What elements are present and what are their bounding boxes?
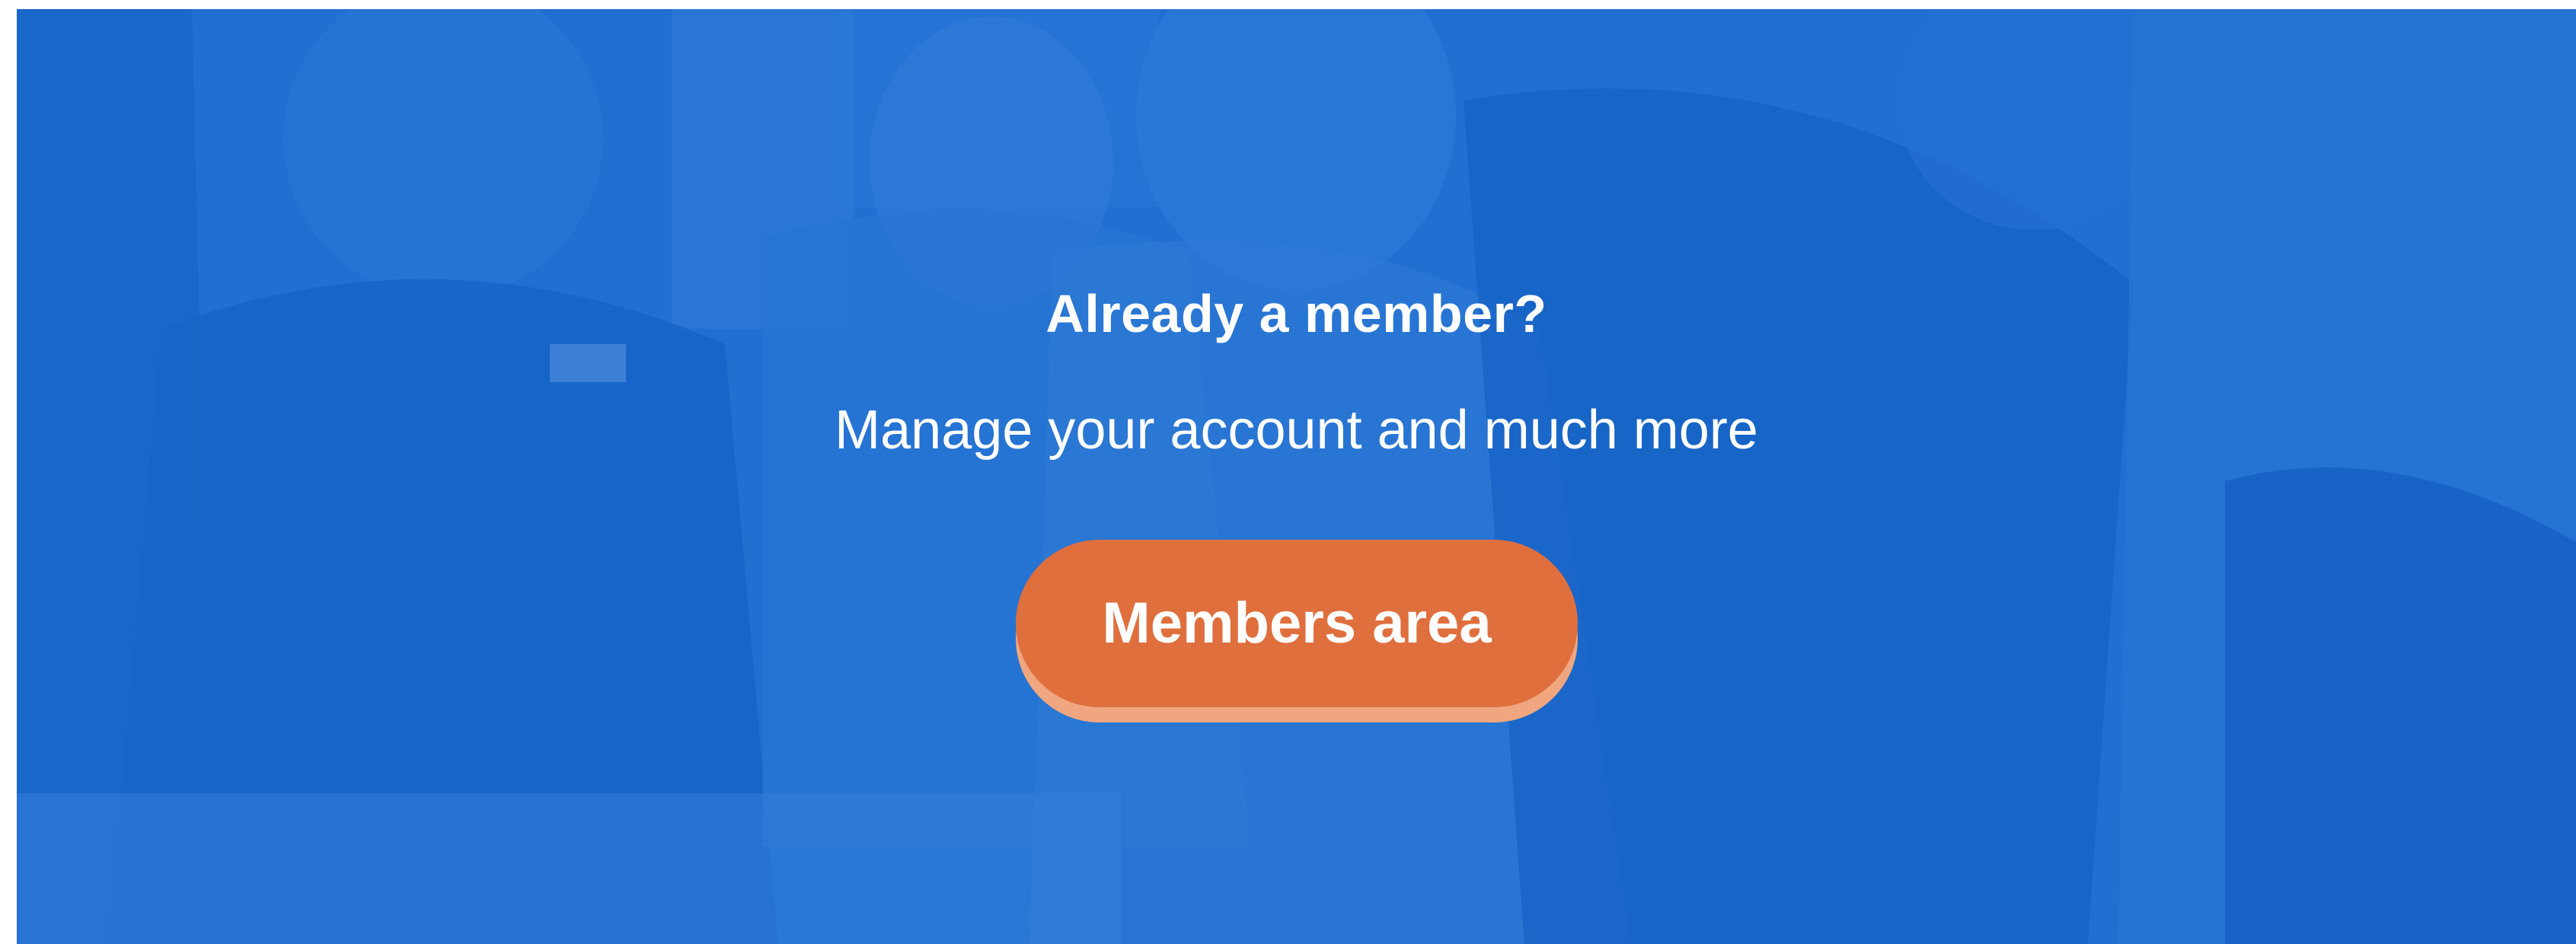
banner-heading: Already a member?: [1045, 284, 1547, 343]
members-banner: Already a member? Manage your account an…: [17, 9, 2576, 944]
members-area-cta: Members area: [1016, 540, 1578, 722]
banner-content: Already a member? Manage your account an…: [17, 9, 2576, 944]
banner-subheading: Manage your account and much more: [835, 400, 1758, 461]
members-area-button[interactable]: Members area: [1016, 540, 1578, 707]
